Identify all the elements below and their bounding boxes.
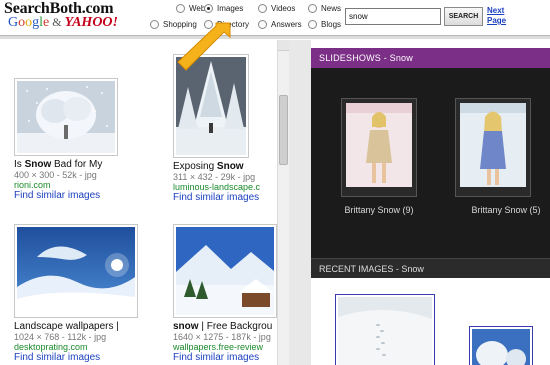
radio-circle-icon[interactable]	[308, 20, 317, 29]
slideshow-thumbnail[interactable]	[455, 98, 531, 197]
radio-circle-icon[interactable]	[258, 20, 267, 29]
yahoo-logo: YAHOO!	[64, 15, 118, 30]
result-title[interactable]: Landscape wallpapers |	[14, 321, 146, 332]
slideshow-caption[interactable]: Brittany Snow (9)	[327, 205, 431, 215]
slideshow-caption[interactable]: Brittany Snow (5)	[451, 205, 550, 215]
engine-logos: Google & YAHOO!	[8, 15, 118, 31]
result-title[interactable]: Is Snow Bad for My	[14, 159, 146, 170]
radio-images[interactable]: Images	[204, 4, 243, 13]
find-similar-link[interactable]: Find similar images	[14, 352, 146, 363]
slideshow-thumbnail[interactable]	[341, 98, 417, 197]
result-card[interactable]: Is Snow Bad for My 400 × 300 - 52k - jpg…	[14, 78, 146, 201]
image-results: Is Snow Bad for My 400 × 300 - 52k - jpg…	[0, 40, 286, 365]
radio-selected-icon[interactable]	[204, 4, 213, 13]
radio-answers[interactable]: Answers	[258, 20, 302, 29]
result-source[interactable]: wallpapers.free-review	[173, 342, 286, 352]
slideshow-item[interactable]: Brittany Snow (9)	[327, 98, 431, 215]
find-similar-link[interactable]: Find similar images	[14, 190, 146, 201]
radio-blogs[interactable]: Blogs	[308, 20, 341, 29]
header: SearchBoth.com Google & YAHOO! Web Images …	[0, 0, 550, 34]
recent-image-thumbnail[interactable]	[469, 326, 533, 365]
pane-separator	[289, 40, 311, 365]
radio-news[interactable]: News	[308, 4, 341, 13]
radio-web[interactable]: Web	[176, 4, 205, 13]
radio-circle-icon[interactable]	[150, 20, 159, 29]
result-thumbnail[interactable]	[14, 78, 118, 156]
logo-ampersand: &	[52, 15, 62, 29]
slideshow-item[interactable]: Brittany Snow (5)	[451, 98, 550, 215]
find-similar-link[interactable]: Find similar images	[173, 192, 286, 203]
result-source[interactable]: rioni.com	[14, 180, 146, 190]
slideshows-body: Brittany Snow (9) Brittany Snow (5)	[311, 68, 550, 290]
find-similar-link[interactable]: Find similar images	[173, 352, 286, 363]
side-panel: SLIDESHOWS - Snow Brittany Snow (9) Brit…	[311, 40, 550, 365]
snowy-tree-image	[17, 81, 115, 153]
header-divider	[0, 35, 550, 39]
slideshows-header: SLIDESHOWS - Snow	[311, 48, 550, 68]
google-logo: Google	[8, 15, 50, 30]
radio-videos[interactable]: Videos	[258, 4, 295, 13]
recent-image-thumbnail[interactable]	[335, 294, 435, 365]
result-thumbnail[interactable]	[14, 224, 138, 318]
pointer-arrow-icon	[177, 22, 231, 71]
result-thumbnail[interactable]	[173, 224, 277, 318]
recent-images-header: RECENT IMAGES - Snow	[311, 258, 550, 278]
scroll-up-arrow-icon[interactable]	[278, 40, 289, 51]
person-photo-image	[460, 103, 526, 187]
snow-tree-image	[472, 329, 530, 365]
result-meta: 400 × 300 - 52k - jpg	[14, 170, 97, 180]
snow-cabin-image	[176, 227, 274, 315]
result-meta: 1024 × 768 - 112k - jpg	[14, 332, 107, 342]
radio-circle-icon[interactable]	[176, 4, 185, 13]
result-title[interactable]: snow | Free Backgrou	[173, 321, 286, 332]
snow-landscape-image	[17, 227, 135, 315]
result-meta: 311 × 432 - 29k - jpg	[173, 172, 256, 182]
scroll-thumb[interactable]	[279, 95, 288, 165]
search-input[interactable]	[345, 8, 441, 25]
result-source[interactable]: desktoprating.com	[14, 342, 146, 352]
next-page-link[interactable]: Next Page	[487, 6, 517, 26]
result-meta: 1640 × 1275 - 187k - jpg	[173, 332, 271, 342]
search-button[interactable]: SEARCH	[444, 7, 483, 26]
radio-circle-icon[interactable]	[258, 4, 267, 13]
result-source[interactable]: luminous-landscape.c	[173, 182, 286, 192]
snow-footprints-image	[338, 297, 432, 365]
results-scrollbar[interactable]	[277, 40, 289, 365]
recent-images-body	[311, 278, 550, 365]
result-card[interactable]: Landscape wallpapers | 1024 × 768 - 112k…	[14, 224, 146, 363]
result-card[interactable]: snow | Free Backgrou 1640 × 1275 - 187k …	[173, 224, 286, 363]
result-title[interactable]: Exposing Snow	[173, 161, 286, 172]
radio-circle-icon[interactable]	[308, 4, 317, 13]
person-photo-image	[346, 103, 412, 187]
